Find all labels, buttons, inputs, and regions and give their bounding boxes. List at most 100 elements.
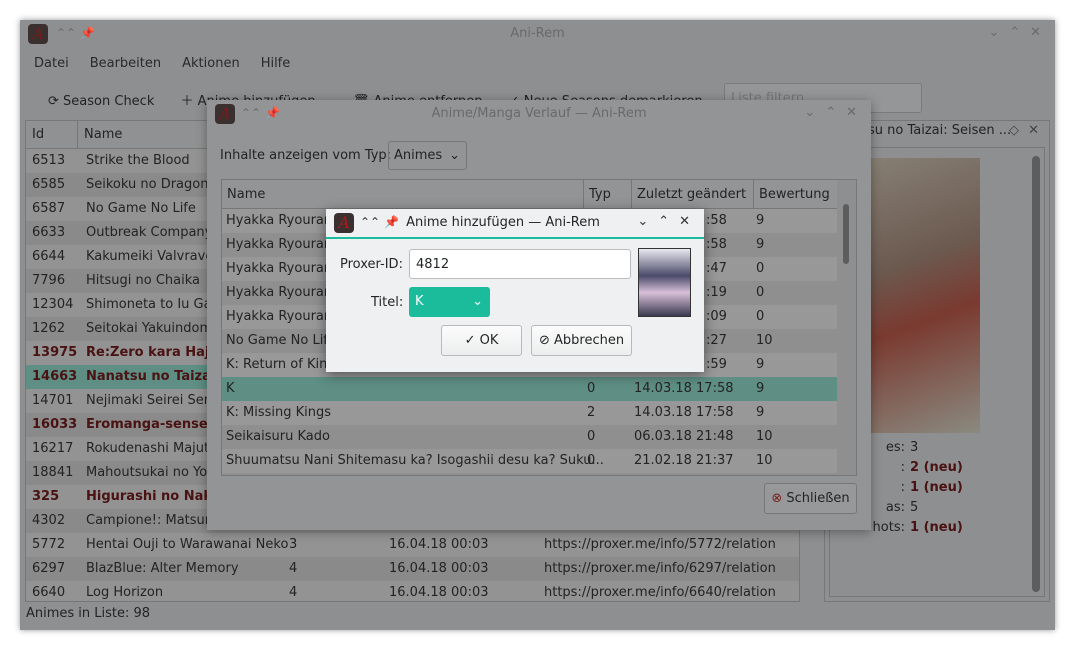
cell-rating: 9 [756, 405, 765, 420]
cell-id: 13975 [32, 345, 78, 360]
cell-typ: 4 [289, 561, 298, 576]
plus-icon: ＋ [180, 94, 194, 109]
cell-date: 14.03.18 17:58 [634, 405, 734, 420]
window-controls[interactable]: ⌄⌃✕ [804, 105, 867, 120]
cell-rating: 10 [756, 453, 773, 468]
history-row[interactable]: K: Missing Kings 2 14.03.18 17:58 9 [222, 401, 837, 425]
close-circle-icon: ⊗ [771, 491, 783, 506]
cell-id: 5772 [32, 537, 66, 552]
cell-name: Hyakka Ryouran [226, 309, 333, 324]
cell-date: :09 [706, 309, 727, 324]
cell-name: Log Horizon [86, 585, 164, 600]
cell-id: 6297 [32, 561, 66, 576]
history-row[interactable]: Shuumatsu Nani Shitemasu ka? Isogashii d… [222, 449, 837, 473]
cell-id: 14663 [32, 369, 78, 384]
title-label: Titel: [371, 295, 404, 310]
cell-rating: 9 [756, 381, 765, 396]
cell-typ: 3 [289, 537, 298, 552]
cell-id: 6587 [32, 201, 66, 216]
cell-name: Rokudenashi Majutsu [86, 441, 225, 456]
cell-rating: 10 [756, 429, 773, 444]
history-row[interactable]: K 0 14.03.18 17:58 9 [222, 377, 837, 401]
cell-date: 16.04.18 00:03 [389, 537, 489, 552]
menu-aktionen[interactable]: Aktionen [182, 56, 240, 71]
proxer-id-input[interactable] [409, 249, 631, 279]
float-icon[interactable]: ◇ [1009, 123, 1019, 138]
cell-rating: 0 [756, 285, 765, 300]
history-row[interactable]: Seikaisuru Kado 0 06.03.18 21:48 10 [222, 425, 837, 449]
type-label: Inhalte anzeigen vom Typ: [220, 148, 392, 163]
cell-date: :27 [706, 333, 727, 348]
cell-id: 325 [32, 489, 60, 504]
cell-id: 7796 [32, 273, 66, 288]
cell-name: Hentai Ouji to Warawanai Neko [86, 537, 289, 552]
cell-date: 16.04.18 00:03 [389, 585, 489, 600]
cell-url: https://proxer.me/info/5772/relation [544, 537, 776, 552]
title-accent-line [326, 237, 704, 239]
status-bar: Animes in Liste: 98 [26, 606, 151, 621]
table-row[interactable]: 6640 Log Horizon 4 16.04.18 00:03 https://pr… [26, 581, 799, 601]
cell-typ: 0 [587, 453, 596, 468]
ok-button[interactable]: ✓ OK [441, 325, 522, 356]
check-icon: ✓ [464, 333, 476, 348]
cell-name: Outbreak Company [86, 225, 213, 240]
cell-id: 18841 [32, 465, 74, 480]
cell-typ: 0 [587, 381, 596, 396]
cell-id: 6513 [32, 153, 66, 168]
cell-date: 21.02.18 21:37 [634, 453, 734, 468]
cancel-button[interactable]: ⊘ Abbrechen [531, 325, 632, 356]
cell-id: 6585 [32, 177, 66, 192]
cell-name: Shuumatsu Nani Shitemasu ka? Isogashii d… [226, 453, 604, 468]
header-date[interactable]: Zuletzt geändert [631, 180, 746, 209]
cell-id: 6633 [32, 225, 66, 240]
cell-name: K: Missing Kings [226, 405, 332, 420]
cell-name: Nejimaki Seirei Senki [86, 393, 224, 408]
proxer-id-label: Proxer-ID: [340, 257, 403, 272]
chevron-down-icon: ⌄ [472, 294, 483, 309]
field-label: hots: [872, 520, 905, 535]
cell-id: 6640 [32, 585, 66, 600]
header-name[interactable]: Name [227, 180, 265, 209]
add-anime-dialog: A ⌃⌃ 📌 Anime hinzufügen — Ani-Rem ⌄⌃✕ Pr… [326, 209, 704, 372]
type-select[interactable]: Animes ⌄ [388, 141, 467, 170]
season-check-button[interactable]: ⟳ Season Check [48, 94, 154, 109]
cell-name: BlazBlue: Alter Memory [86, 561, 239, 576]
table-row[interactable]: 5772 Hentai Ouji to Warawanai Neko 3 16.04.… [26, 533, 799, 557]
close-button[interactable]: ⊗ Schließen [764, 483, 857, 514]
field-value: 1 (neu) [910, 520, 963, 535]
cell-rating: 0 [756, 309, 765, 324]
header-typ[interactable]: Typ [583, 180, 611, 209]
window-title: Ani-Rem [510, 26, 565, 41]
cell-date: :58 [706, 213, 727, 228]
cell-rating: 10 [756, 333, 773, 348]
cell-id: 4302 [32, 513, 66, 528]
menu-datei[interactable]: Datei [34, 56, 69, 71]
title-select[interactable]: K ⌄ [409, 287, 490, 317]
cell-name: Seikaisuru Kado [226, 429, 330, 444]
scrollbar[interactable] [1032, 156, 1040, 592]
chevron-down-icon: ⌄ [449, 148, 460, 163]
cell-name: Higurashi no Naku [86, 489, 222, 504]
table-row[interactable]: 6297 BlazBlue: Alter Memory 4 16.04.18 00:0… [26, 557, 799, 581]
window-controls[interactable]: ⌄⌃✕ [637, 214, 700, 229]
close-icon[interactable]: ✕ [1028, 123, 1039, 138]
header-id[interactable]: Id [32, 121, 44, 149]
cell-rating: 9 [756, 357, 765, 372]
menu-bearbeiten[interactable]: Bearbeiten [90, 56, 161, 71]
scrollbar[interactable] [843, 204, 849, 264]
cell-date: :47 [706, 261, 727, 276]
cancel-icon: ⊘ [538, 333, 550, 348]
menu-hilfe[interactable]: Hilfe [261, 56, 291, 71]
cell-date: :19 [706, 285, 727, 300]
cell-date: :58 [706, 237, 727, 252]
cell-typ: 2 [587, 405, 596, 420]
header-rating[interactable]: Bewertung [753, 180, 830, 209]
cell-typ: 0 [587, 429, 596, 444]
cell-date: :59 [706, 357, 727, 372]
header-name[interactable]: Name [77, 121, 122, 149]
cell-id: 12304 [32, 297, 74, 312]
menubar: Datei Bearbeiten Aktionen Hilfe [34, 56, 311, 71]
window-controls[interactable]: ⌄⌃✕ [988, 25, 1051, 40]
cell-url: https://proxer.me/info/6640/relation [544, 585, 776, 600]
cell-name: Kakumeiki Valvrave 2 [86, 249, 226, 264]
